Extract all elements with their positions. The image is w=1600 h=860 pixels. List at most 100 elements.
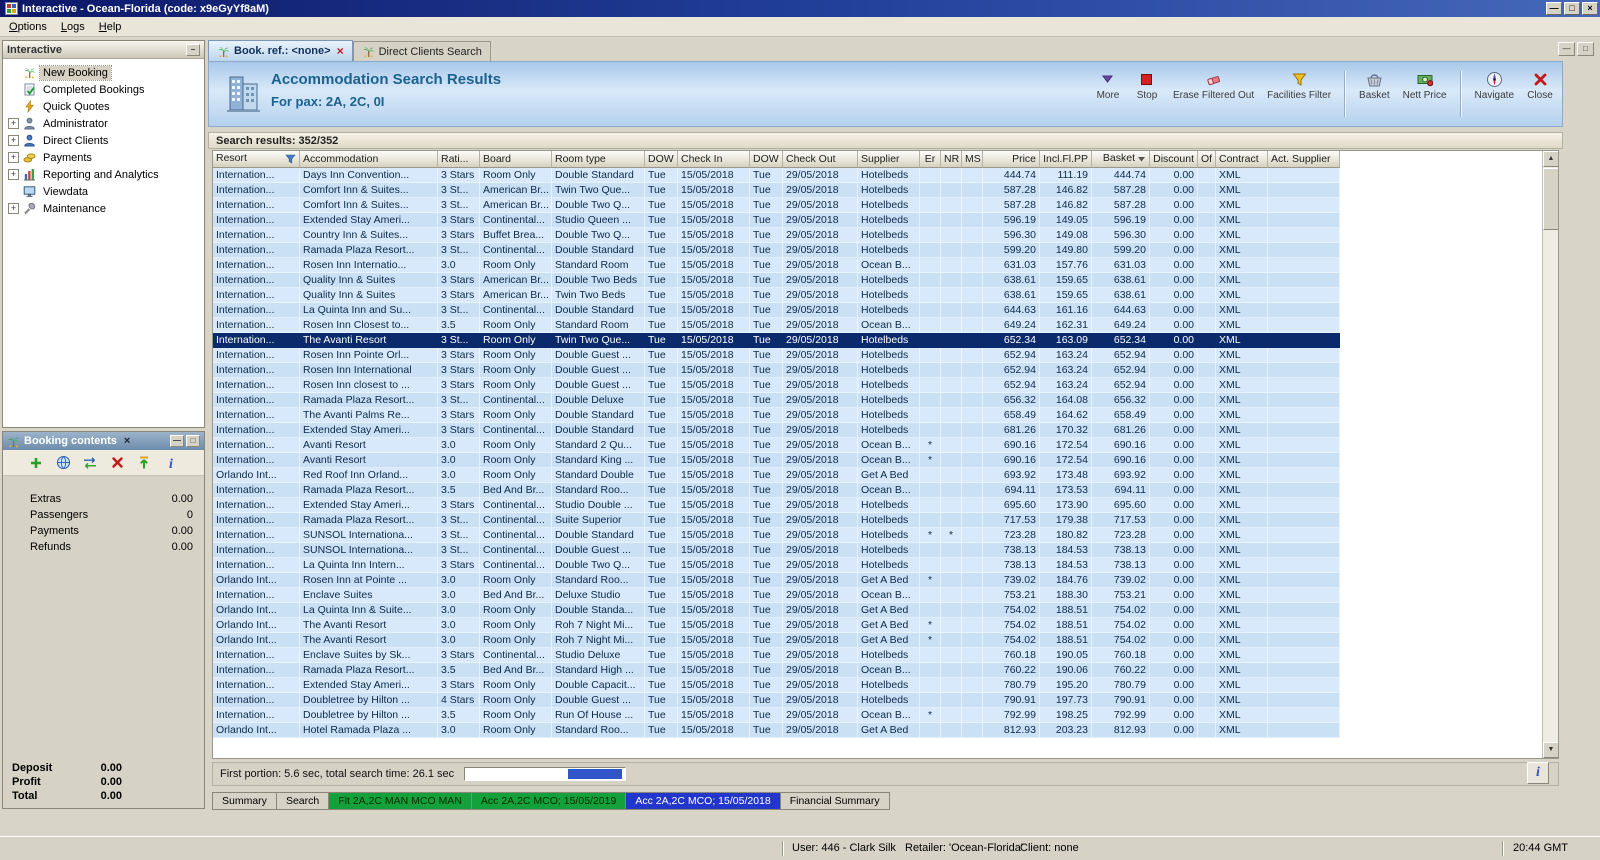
column-header-act-supplier[interactable]: Act. Supplier [1268,151,1340,168]
bottom-tab-acc-2a-2c-mco-15-05-2019[interactable]: Acc 2A,2C MCO; 15/05/2019 [471,792,627,810]
expand-icon[interactable]: + [8,169,19,180]
column-header-incl-fl-pp[interactable]: Incl.Fl.PP [1040,151,1092,168]
table-row[interactable]: Internation... Rosen Inn Closest to... 3.5… [213,318,1340,333]
table-row[interactable]: Internation... Avanti Resort 3.0 Room Only S… [213,453,1340,468]
scroll-up-button[interactable]: ▲ [1543,151,1558,167]
table-row[interactable]: Internation... Enclave Suites by Sk... 3 S… [213,648,1340,663]
nett-price-button[interactable]: Nett Price [1400,69,1450,103]
tab-direct-clients-search[interactable]: Direct Clients Search [352,41,491,61]
column-header-of[interactable]: Of [1198,151,1216,168]
scrollbar-thumb[interactable] [1543,168,1558,230]
tab-book-ref-none[interactable]: Book. ref.: <none> × [208,40,353,61]
bottom-tab-flt-2a-2c-man-mco-man[interactable]: Flt 2A,2C MAN MCO MAN [329,792,472,810]
close-button[interactable]: × [1582,2,1598,15]
table-row[interactable]: Orlando Int... The Avanti Resort 3.0 Room O… [213,618,1340,633]
column-filter-icon[interactable] [285,154,296,167]
delete-item-button[interactable] [108,453,127,472]
table-row[interactable]: Internation... Extended Stay Ameri... 3 St… [213,213,1340,228]
column-header-check-out[interactable]: Check Out [783,151,858,168]
sidebar-item-maintenance[interactable]: + Maintenance [3,200,204,217]
table-row[interactable]: Internation... Rosen Inn International 3 S… [213,363,1340,378]
table-row[interactable]: Internation... Ramada Plaza Resort... 3 St… [213,243,1340,258]
table-row[interactable]: Orlando Int... La Quinta Inn & Suite... 3.… [213,603,1340,618]
column-header-contract[interactable]: Contract [1216,151,1268,168]
column-header-dow[interactable]: DOW [645,151,678,168]
table-row[interactable]: Internation... Ramada Plaza Resort... 3 St… [213,513,1340,528]
scroll-down-button[interactable]: ▼ [1543,742,1558,758]
close-button[interactable]: Close [1524,69,1556,103]
table-row[interactable]: Internation... The Avanti Palms Re... 3 St… [213,408,1340,423]
bottom-tab-summary[interactable]: Summary [212,792,277,810]
table-row[interactable]: Internation... Ramada Plaza Resort... 3.5 B… [213,663,1340,678]
table-row[interactable]: Internation... La Quinta Inn Intern... 3 S… [213,558,1340,573]
expand-icon[interactable]: + [8,118,19,129]
table-row[interactable]: Internation... Extended Stay Ameri... 3 St… [213,423,1340,438]
column-header-room-type[interactable]: Room type [552,151,645,168]
table-row[interactable]: Orlando Int... Hotel Ramada Plaza ... 3.0 R… [213,723,1340,738]
sidebar-item-quick-quotes[interactable]: Quick Quotes [3,98,204,115]
table-row[interactable]: Internation... Rosen Inn Internatio... 3.0… [213,258,1340,273]
erase-filtered-out-button[interactable]: Erase Filtered Out [1170,69,1257,103]
table-row[interactable]: Internation... Quality Inn & Suites 3 Star… [213,288,1340,303]
close-panel-icon[interactable]: × [121,435,133,447]
mdi-minimize-button[interactable]: — [1558,42,1575,56]
table-row[interactable]: Internation... Extended Stay Ameri... 3 St… [213,498,1340,513]
navigate-button[interactable]: Navigate [1472,69,1517,103]
bottom-tab-financial-summary[interactable]: Financial Summary [780,792,890,810]
web-search-button[interactable] [54,453,73,472]
column-header-resort[interactable]: Resort [213,151,300,168]
export-button[interactable] [135,453,154,472]
table-row[interactable]: Orlando Int... The Avanti Resort 3.0 Room O… [213,633,1340,648]
column-header-accommodation[interactable]: Accommodation [300,151,438,168]
table-row[interactable]: Orlando Int... Red Roof Inn Orland... 3.0 R… [213,468,1340,483]
facilities-filter-button[interactable]: Facilities Filter [1264,69,1334,103]
table-row[interactable]: Internation... Doubletree by Hilton ... 3.… [213,708,1340,723]
expand-icon[interactable]: + [8,203,19,214]
table-row[interactable]: Internation... Ramada Plaza Resort... 3 St… [213,393,1340,408]
table-row[interactable]: Internation... Ramada Plaza Resort... 3.5 B… [213,483,1340,498]
table-row[interactable]: Internation... Quality Inn & Suites 3 Star… [213,273,1340,288]
menu-logs[interactable]: Logs [54,18,92,36]
sidebar-item-reporting-and-analytics[interactable]: + Reporting and Analytics [3,166,204,183]
info-button[interactable]: i [162,453,181,472]
table-row[interactable]: Internation... Rosen Inn Pointe Orl... 3 S… [213,348,1340,363]
column-header-supplier[interactable]: Supplier [858,151,920,168]
table-row[interactable]: Internation... SUNSOL Internationa... 3 St… [213,543,1340,558]
column-header-er[interactable]: Er [920,151,941,168]
minimize-button[interactable]: — [1546,2,1562,15]
table-row[interactable]: Internation... Avanti Resort 3.0 Room Only S… [213,438,1340,453]
transfer-button[interactable] [81,453,100,472]
column-header-rati[interactable]: Rati... [438,151,480,168]
table-row[interactable]: Internation... Enclave Suites 3.0 Bed And B… [213,588,1340,603]
table-row[interactable]: Internation... Comfort Inn & Suites... 3 S… [213,198,1340,213]
column-header-nr[interactable]: NR [941,151,962,168]
menu-options[interactable]: Options [2,18,54,36]
column-header-price[interactable]: Price [983,151,1040,168]
sidebar-item-direct-clients[interactable]: + Direct Clients [3,132,204,149]
add-item-button[interactable] [27,453,46,472]
table-row[interactable]: Internation... Rosen Inn closest to ... 3 … [213,378,1340,393]
bottom-tab-search[interactable]: Search [276,792,330,810]
vertical-scrollbar[interactable]: ▲ ▼ [1542,151,1558,758]
table-row[interactable]: Internation... La Quinta Inn and Su... 3 S… [213,303,1340,318]
more-button[interactable]: More [1092,69,1124,103]
sidebar-item-administrator[interactable]: + Administrator [3,115,204,132]
sidebar-item-payments[interactable]: + Payments [3,149,204,166]
mdi-restore-button[interactable]: □ [1577,42,1594,56]
column-header-check-in[interactable]: Check In [678,151,750,168]
table-row[interactable]: Internation... SUNSOL Internationa... 3 St… [213,528,1340,543]
table-row[interactable]: Internation... Doubletree by Hilton ... 4 … [213,693,1340,708]
stop-button[interactable]: Stop [1131,69,1163,103]
basket-button[interactable]: Basket [1356,69,1393,103]
table-row[interactable]: Internation... Days Inn Convention... 3 St… [213,168,1340,183]
maximize-button[interactable]: □ [1564,2,1580,15]
column-header-dow[interactable]: DOW [750,151,783,168]
expand-icon[interactable]: + [8,135,19,146]
column-header-basket[interactable]: Basket [1092,151,1150,168]
column-header-ms[interactable]: MS [962,151,983,168]
table-row[interactable]: Internation... Comfort Inn & Suites... 3 S… [213,183,1340,198]
sidebar-item-viewdata[interactable]: Viewdata [3,183,204,200]
table-row[interactable]: Internation... The Avanti Resort 3 St... Ro… [213,333,1340,348]
sidebar-item-completed-bookings[interactable]: Completed Bookings [3,81,204,98]
restore-panel-button[interactable]: □ [186,435,200,447]
